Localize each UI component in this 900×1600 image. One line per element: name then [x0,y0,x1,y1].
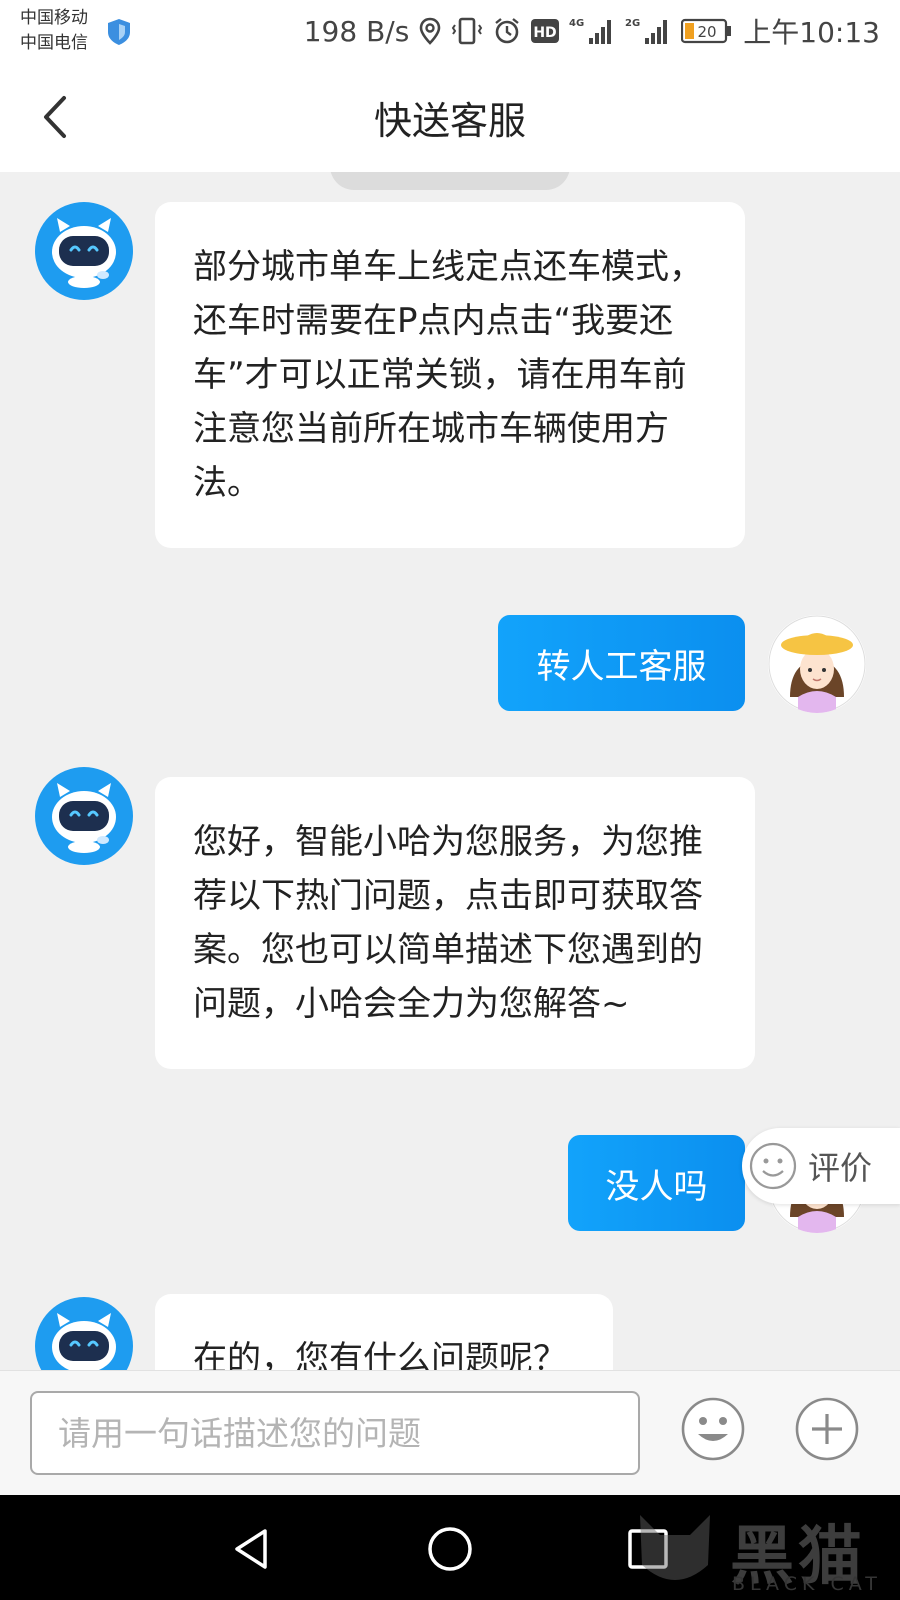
vibrate-icon [451,17,483,45]
chat-message-list[interactable]: 部分城市单车上线定点还车模式，还车时需要在P点内点击“我要还车”才可以正常关锁，… [0,172,900,1370]
bot-message-bubble: 部分城市单车上线定点还车模式，还车时需要在P点内点击“我要还车”才可以正常关锁，… [155,202,745,548]
signal-icon: 4G [569,16,615,46]
user-message-bubble: 没人吗 [568,1135,745,1231]
carrier-1: 中国移动 [20,8,88,28]
cat-logo-icon [640,1515,710,1580]
hd-badge-text: HD [534,25,557,41]
location-icon [419,17,441,45]
clock: 上午10:13 [743,16,880,49]
battery-level: 20 [698,23,717,41]
carrier-2: 中国电信 [20,33,88,53]
carrier-labels: 中国移动 中国电信 [20,6,88,56]
network-1-label: 4G [569,18,584,29]
watermark-sub: BLACK CAT [732,1573,882,1595]
status-bar: 中国移动 中国电信 198 B/s HD 4G 2G 20 上午10:13 [0,0,900,62]
alarm-icon [493,17,521,45]
message-input[interactable] [30,1391,640,1475]
net-speed: 198 B/s [303,14,410,48]
user-message-bubble: 转人工客服 [498,615,745,711]
emoji-button[interactable] [680,1396,746,1462]
robot-icon [52,783,116,853]
robot-icon [52,1313,116,1370]
bot-message-bubble: 您好，智能小哈为您服务，为您推荐以下热门问题，点击即可获取答案。您也可以简单描述… [155,777,755,1069]
rating-label: 评价 [808,1149,873,1187]
shield-icon [108,19,130,45]
robot-icon [52,218,116,288]
input-bar [0,1370,900,1495]
hd-badge: HD [531,18,560,44]
nav-back-button[interactable] [225,1521,281,1577]
smiley-icon [749,1142,797,1190]
plus-icon [795,1397,859,1461]
user-avatar[interactable] [768,615,866,713]
nav-home-button[interactable] [422,1521,478,1577]
network-2-label: 2G [625,18,640,29]
status-icons: 198 B/s HD 4G 2G 20 上午10:13 [304,10,880,52]
bot-message-bubble: 在的，您有什么问题呢？ [155,1294,613,1370]
rating-button[interactable]: 评价 [742,1128,900,1204]
page-title: 快送客服 [373,99,526,143]
scroll-stub [330,172,570,190]
smiley-icon [681,1397,745,1461]
watermark: 黑猫 BLACK CAT [620,1495,900,1600]
signal-icon: 2G [625,16,671,46]
system-nav-bar: 黑猫 BLACK CAT [0,1495,900,1600]
plus-button[interactable] [794,1396,860,1462]
bot-avatar[interactable] [35,767,133,865]
app-header: 快送客服 [0,62,900,172]
back-triangle-icon [235,1529,267,1569]
battery-icon: 20 [681,18,733,44]
bot-avatar[interactable] [35,202,133,300]
home-circle-icon [428,1527,472,1571]
bot-avatar[interactable] [35,1297,133,1370]
user-avatar-icon [768,615,866,713]
